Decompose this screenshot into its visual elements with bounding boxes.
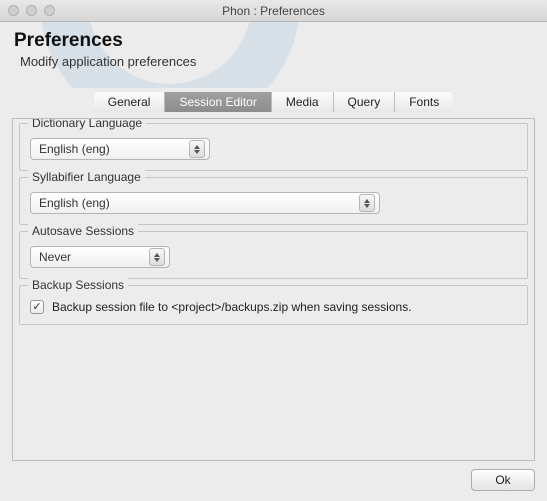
ok-button[interactable]: Ok xyxy=(471,469,535,491)
tab-session-editor[interactable]: Session Editor xyxy=(165,92,271,112)
group-title-dictionary: Dictionary Language xyxy=(28,118,146,130)
backup-checkbox-label: Backup session file to <project>/backups… xyxy=(52,300,412,314)
updown-arrows-icon xyxy=(359,194,375,212)
tab-query[interactable]: Query xyxy=(334,92,396,112)
footer: Ok xyxy=(0,461,547,501)
content-wrap: Dictionary Language English (eng) Syllab… xyxy=(0,112,547,461)
tab-fonts[interactable]: Fonts xyxy=(395,92,453,112)
close-window-button[interactable] xyxy=(8,5,19,16)
updown-arrows-icon xyxy=(189,140,205,158)
backup-checkbox[interactable]: ✓ xyxy=(30,300,44,314)
updown-arrows-icon xyxy=(149,248,165,266)
checkmark-icon: ✓ xyxy=(32,302,41,313)
header-area: Preferences Modify application preferenc… xyxy=(0,22,547,88)
minimize-window-button[interactable] xyxy=(26,5,37,16)
group-dictionary-language: Dictionary Language English (eng) xyxy=(19,123,528,171)
window-controls xyxy=(0,5,55,16)
tab-set: General Session Editor Media Query Fonts xyxy=(94,92,453,112)
settings-panel: Dictionary Language English (eng) Syllab… xyxy=(12,118,535,461)
zoom-window-button[interactable] xyxy=(44,5,55,16)
group-title-syllabifier: Syllabifier Language xyxy=(28,170,145,184)
tab-media[interactable]: Media xyxy=(272,92,334,112)
page-title: Preferences xyxy=(14,30,533,52)
dictionary-language-value: English (eng) xyxy=(39,142,110,156)
autosave-interval-select[interactable]: Never xyxy=(30,246,170,268)
window-title: Phon : Preferences xyxy=(0,4,547,18)
group-backup-sessions: Backup Sessions ✓ Backup session file to… xyxy=(19,285,528,325)
tab-general[interactable]: General xyxy=(94,92,166,112)
autosave-interval-value: Never xyxy=(39,250,71,264)
syllabifier-language-select[interactable]: English (eng) xyxy=(30,192,380,214)
page-subtitle: Modify application preferences xyxy=(14,54,533,69)
syllabifier-language-value: English (eng) xyxy=(39,196,110,210)
dictionary-language-select[interactable]: English (eng) xyxy=(30,138,210,160)
group-autosave-sessions: Autosave Sessions Never xyxy=(19,231,528,279)
titlebar: Phon : Preferences xyxy=(0,0,547,22)
group-syllabifier-language: Syllabifier Language English (eng) xyxy=(19,177,528,225)
group-title-backup: Backup Sessions xyxy=(28,278,128,292)
tab-bar: General Session Editor Media Query Fonts xyxy=(0,88,547,112)
group-title-autosave: Autosave Sessions xyxy=(28,224,138,238)
